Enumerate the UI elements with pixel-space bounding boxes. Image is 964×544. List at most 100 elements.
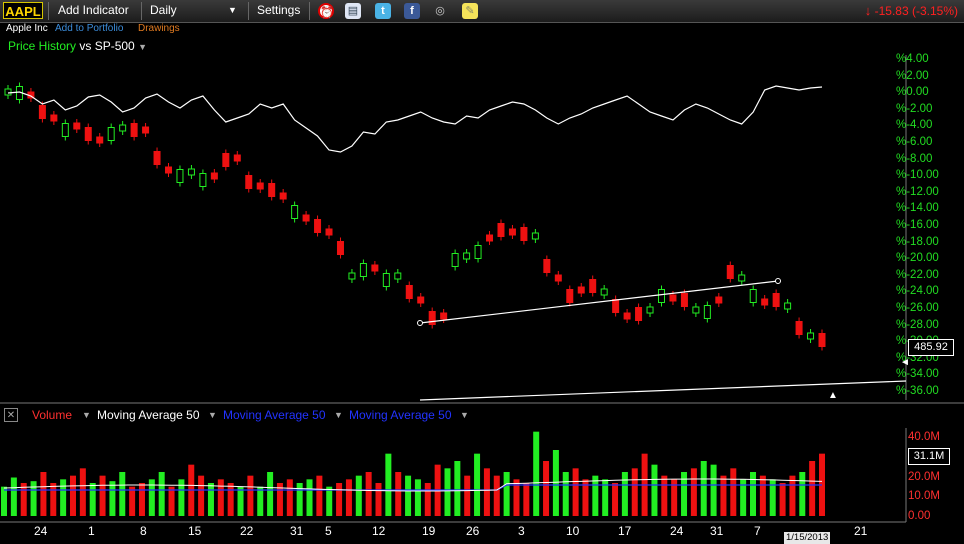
candle-up	[703, 305, 711, 319]
volume-bar-up	[257, 486, 264, 516]
date-axis-label: 3	[518, 524, 525, 538]
volume-bar-down	[809, 461, 816, 516]
percent-axis-label: %-34.00	[896, 368, 939, 381]
last-price-badge: 485.92	[908, 339, 954, 356]
volume-bar-up	[109, 481, 116, 516]
price-volume-chart[interactable]	[0, 0, 964, 544]
volume-bar-up	[306, 479, 313, 516]
volume-bar-up	[799, 472, 806, 516]
trendline	[419, 280, 779, 324]
candle-down	[577, 286, 585, 294]
volume-bar-down	[365, 472, 372, 516]
ma-label-3[interactable]: Moving Average 50	[349, 408, 452, 422]
volume-axis-label: 40.0M	[908, 431, 940, 443]
candle-down	[336, 241, 344, 255]
volume-bar-down	[789, 475, 796, 516]
volume-bar-down	[20, 483, 27, 516]
percent-axis-label: %-36.00	[896, 385, 939, 397]
volume-bar-up	[207, 483, 214, 516]
candle-down	[50, 114, 58, 122]
volume-bar-down	[483, 468, 490, 516]
cursor-date-tag: 1/15/2013	[784, 532, 831, 544]
volume-bar-down	[168, 486, 175, 516]
candle-down	[543, 259, 551, 273]
volume-bar-down	[79, 468, 86, 516]
percent-axis-label: %-8.00	[896, 152, 933, 165]
percent-axis-label: %-20.00	[896, 252, 939, 265]
candle-down	[554, 274, 562, 282]
volume-bar-down	[227, 483, 234, 516]
volume-bar-up	[474, 453, 481, 516]
volume-bar-up	[1, 486, 7, 516]
volume-bar-up	[10, 477, 17, 516]
volume-bar-down	[779, 483, 786, 516]
volume-label[interactable]: Volume	[32, 408, 72, 422]
volume-bar-down	[661, 475, 668, 516]
candle-down	[279, 192, 287, 200]
candle-down	[405, 285, 413, 299]
volume-bar-up	[700, 461, 707, 516]
date-axis-label: 24	[670, 524, 684, 538]
candle-up	[61, 123, 69, 137]
percent-axis-label: %0.00	[896, 86, 929, 99]
volume-bar-down	[464, 475, 471, 516]
candle-up	[119, 124, 127, 132]
chevron-down-icon[interactable]: ▼	[208, 410, 217, 420]
volume-bar-down	[759, 475, 766, 516]
volume-bar-down	[316, 475, 323, 516]
candle-down	[497, 223, 505, 237]
chevron-down-icon[interactable]: ▼	[82, 410, 91, 420]
chevron-down-icon[interactable]: ▼	[460, 410, 469, 420]
chevron-down-icon[interactable]: ▼	[334, 410, 343, 420]
volume-bar-down	[631, 468, 638, 516]
candle-up	[348, 272, 356, 280]
date-axis-label: 31	[290, 524, 304, 538]
date-axis-label: 8	[140, 524, 147, 538]
candle-down	[38, 105, 46, 119]
volume-bar-up	[503, 472, 510, 516]
percent-axis-label: %-24.00	[896, 285, 939, 298]
volume-bar-up	[119, 472, 126, 516]
candle-up	[692, 306, 700, 314]
date-axis-label: 24	[34, 524, 48, 538]
candle-up	[107, 127, 115, 141]
volume-bar-up	[710, 464, 717, 516]
volume-bar-up	[385, 453, 392, 516]
volume-bar-up	[326, 486, 333, 516]
date-axis-label: 1	[88, 524, 95, 538]
volume-bar-up	[750, 472, 757, 516]
volume-bar-down	[395, 472, 402, 516]
candle-down	[680, 293, 688, 307]
percent-axis-label: %-6.00	[896, 136, 933, 148]
candle-down	[210, 172, 218, 180]
volume-bar-up	[651, 464, 658, 516]
volume-bar-up	[60, 479, 67, 516]
candle-down	[245, 175, 253, 189]
percent-axis-label: %-26.00	[896, 302, 939, 314]
candle-down	[153, 151, 161, 165]
volume-bar-up	[158, 472, 165, 516]
candle-down	[73, 122, 81, 130]
volume-bar-down	[138, 483, 145, 516]
scroll-left-icon[interactable]: ◄	[900, 357, 910, 368]
volume-bar-down	[612, 483, 619, 516]
candle-down	[589, 279, 597, 293]
candle-up	[291, 205, 299, 219]
candle-up	[199, 173, 207, 187]
candle-down	[612, 299, 620, 313]
candle-down	[669, 294, 677, 302]
percent-axis-label: %-16.00	[896, 219, 939, 231]
collapse-up-icon[interactable]: ▲	[828, 390, 838, 401]
date-axis-label: 12	[372, 524, 386, 538]
volume-bar-down	[523, 483, 530, 516]
volume-bar-down	[99, 475, 106, 516]
volume-bar-up	[533, 431, 540, 516]
candle-up	[474, 245, 482, 259]
volume-axis-label: 0.00	[908, 510, 931, 522]
ma-label-2[interactable]: Moving Average 50	[223, 408, 326, 422]
candle-down	[268, 183, 276, 197]
candle-down	[314, 219, 322, 233]
candle-up	[807, 332, 815, 340]
ma-label-1[interactable]: Moving Average 50	[97, 408, 200, 422]
date-axis-label: 17	[618, 524, 632, 538]
